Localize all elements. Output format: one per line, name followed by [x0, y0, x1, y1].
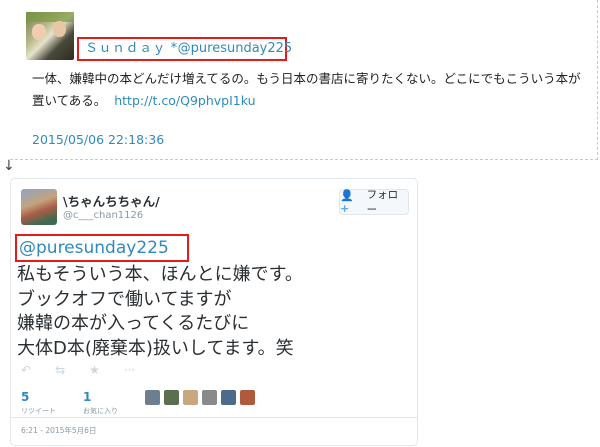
highlighted-username[interactable]: Ｓｕｎｄａｙ *@puresunday225 — [77, 37, 292, 61]
embedded-tweet-card: \ちゃんちちゃん/ @c___chan1126 👤+ フォロー @puresun… — [10, 178, 418, 446]
favorite-icon[interactable]: ★ — [89, 363, 100, 377]
favoriter-avatar[interactable] — [164, 390, 179, 405]
follow-label: フォロー — [366, 189, 399, 216]
favoriter-avatars — [145, 390, 255, 405]
highlighted-mention[interactable]: @puresunday225 — [15, 234, 189, 262]
top-tweet: Ｓｕｎｄａｙ *@puresunday225 一体、嫌韓中の本どんだけ増えてるの… — [10, 0, 598, 160]
body-line: 私もそういう本、ほんとに嫌です。 — [17, 264, 303, 285]
favoriter-avatar[interactable] — [221, 390, 236, 405]
body-line: 大体D本(廃棄本)扱いしてます。笑 — [17, 337, 294, 359]
screen-name[interactable]: @c___chan1126 — [63, 210, 143, 221]
down-arrow-icon: ↓ — [3, 158, 15, 174]
handle: @puresunday225 — [177, 41, 293, 56]
retweet-icon[interactable]: ⇆ — [55, 363, 65, 377]
favorite-stat[interactable]: 1 お気に入り — [83, 386, 118, 416]
display-name[interactable]: \ちゃんちちゃん/ — [63, 191, 160, 210]
retweet-count: 5 — [21, 390, 30, 404]
favoriter-avatar[interactable] — [240, 390, 255, 405]
display-name: Ｓｕｎｄａｙ * — [85, 41, 178, 56]
follow-button[interactable]: 👤+ フォロー — [339, 189, 409, 216]
avatar[interactable] — [21, 189, 57, 225]
tweet-actions: ↶ ⇆ ★ ··· — [21, 363, 135, 377]
body-line: 嫌韓の本が入ってくるたびに — [17, 313, 250, 334]
favorite-label: お気に入り — [83, 407, 118, 415]
avatar[interactable] — [26, 12, 74, 60]
tweet-body: 私もそういう本、ほんとに嫌です。 ブックオフで働いてますが 嫌韓の本が入ってくる… — [17, 263, 412, 361]
tweet-timestamp[interactable]: 6:21 - 2015年5月6日 — [11, 417, 417, 445]
retweet-label: リツイート — [21, 407, 56, 415]
tweet-datetime[interactable]: 2015/05/06 22:18:36 — [32, 132, 164, 147]
favoriter-avatar[interactable] — [202, 390, 217, 405]
more-icon[interactable]: ··· — [124, 363, 135, 377]
favoriter-avatar[interactable] — [145, 390, 160, 405]
favorite-count: 1 — [83, 390, 92, 404]
favoriter-avatar[interactable] — [183, 390, 198, 405]
retweet-stat[interactable]: 5 リツイート — [21, 386, 56, 416]
add-user-icon: 👤+ — [340, 189, 354, 215]
tweet-link[interactable]: http://t.co/Q9phvpI1ku — [114, 93, 255, 108]
tweet-text: 一体、嫌韓中の本どんだけ増えてるの。もう日本の書店に寄りたくない。どこにでもこう… — [32, 68, 592, 112]
reply-icon[interactable]: ↶ — [21, 363, 31, 377]
body-line: ブックオフで働いてますが — [17, 288, 232, 310]
